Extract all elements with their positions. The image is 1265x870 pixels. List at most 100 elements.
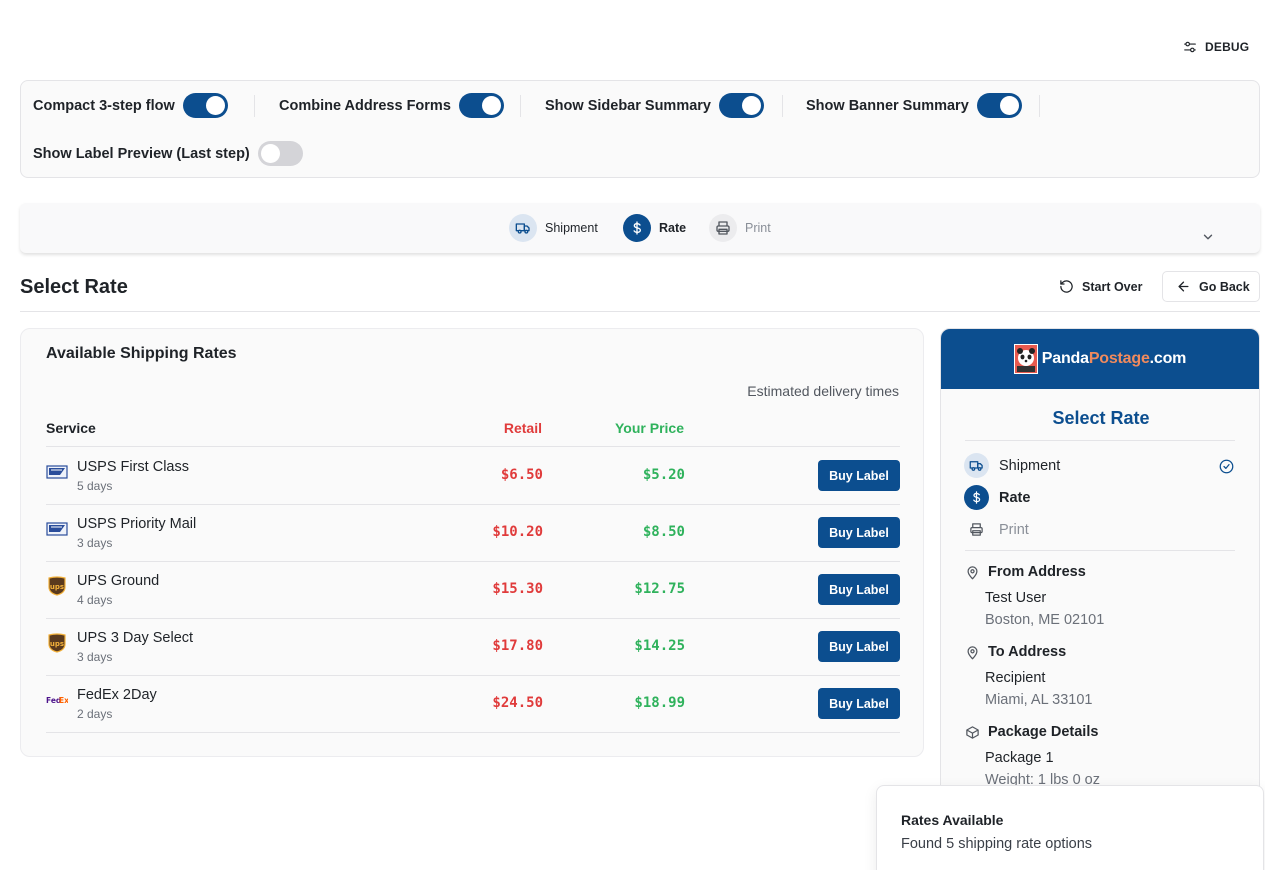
go-back-button[interactable]: Go Back xyxy=(1162,271,1260,302)
buy-label-button[interactable]: Buy Label xyxy=(818,688,900,719)
retail-price: $6.50 xyxy=(500,467,543,483)
retail-price: $24.50 xyxy=(492,695,543,711)
progress-stepper: Shipment Rate Print xyxy=(20,203,1260,253)
buy-label-button[interactable]: Buy Label xyxy=(818,631,900,662)
toggle-banner-summary[interactable]: Show Banner Summary xyxy=(806,93,1022,118)
usps-logo-icon xyxy=(46,465,68,479)
printer-icon xyxy=(716,221,730,235)
rate-row: ups UPS 3 Day Select 3 days $17.80 $14.2… xyxy=(46,618,900,675)
toggle-switch[interactable] xyxy=(458,93,504,118)
retail-price: $17.80 xyxy=(492,638,543,654)
rate-row: ups UPS Ground 4 days $15.30 $12.75 Buy … xyxy=(46,561,900,618)
to-city: Miami, AL 33101 xyxy=(985,692,1093,708)
page-title: Select Rate xyxy=(20,276,128,298)
start-over-button[interactable]: Start Over xyxy=(1059,279,1142,294)
column-header-service: Service xyxy=(46,420,96,436)
divider xyxy=(20,311,1260,312)
sidebar-step-shipment: Shipment xyxy=(964,453,1060,478)
rate-row: Fed Ex FedEx 2Day 2 days $24.50 $18.99 Bu… xyxy=(46,675,900,732)
rates-card: Available Shipping Rates Estimated deliv… xyxy=(20,328,924,757)
to-address-heading: To Address xyxy=(965,644,1066,660)
sidebar-title: Select Rate xyxy=(1052,408,1150,428)
service-name: USPS First Class xyxy=(77,459,189,475)
svg-text:Ex: Ex xyxy=(59,696,68,705)
debug-label: DEBUG xyxy=(1205,40,1250,54)
svg-text:ups: ups xyxy=(50,640,64,648)
step-print[interactable]: Print xyxy=(709,214,771,242)
retail-price: $10.20 xyxy=(492,524,543,540)
your-price: $5.20 xyxy=(642,467,685,483)
step-shipment[interactable]: Shipment xyxy=(509,214,598,242)
ups-logo-icon: ups xyxy=(48,576,66,596)
toggle-compact-flow[interactable]: Compact 3-step flow xyxy=(33,93,228,118)
dollar-icon xyxy=(633,221,642,235)
retail-price: $15.30 xyxy=(492,581,543,597)
buy-label-button[interactable]: Buy Label xyxy=(818,517,900,548)
service-name: UPS 3 Day Select xyxy=(77,630,194,646)
toggle-label: Compact 3-step flow xyxy=(33,97,175,114)
fedex-logo-icon: FedEx xyxy=(46,696,68,705)
your-price: $12.75 xyxy=(634,581,685,597)
column-header-retail: Retail xyxy=(503,420,542,436)
package-icon xyxy=(966,725,979,739)
toggle-combine-address[interactable]: Combine Address Forms xyxy=(279,93,504,118)
dollar-icon xyxy=(973,491,981,504)
sliders-icon xyxy=(1184,41,1196,53)
truck-icon xyxy=(515,223,530,234)
step-label: Rate xyxy=(999,489,1031,506)
toggle-label: Combine Address Forms xyxy=(279,97,451,114)
package-name: Package 1 xyxy=(985,750,1054,766)
step-label: Rate xyxy=(659,221,687,235)
usps-logo-icon xyxy=(46,522,68,536)
service-days: 3 days xyxy=(77,650,113,664)
rates-title: Available Shipping Rates xyxy=(46,345,237,362)
column-header-your-price: Your Price xyxy=(615,420,684,436)
buy-label-button[interactable]: Buy Label xyxy=(818,574,900,605)
buy-label-button[interactable]: Buy Label xyxy=(818,460,900,491)
service-name: UPS Ground xyxy=(77,573,160,589)
toggle-switch[interactable] xyxy=(976,93,1022,118)
toggle-switch[interactable] xyxy=(257,141,303,166)
from-name: Test User xyxy=(985,590,1047,606)
chevron-down-icon[interactable] xyxy=(1201,230,1215,244)
toggle-label: Show Label Preview (Last step) xyxy=(33,145,250,162)
toast-notification: Rates Available Found 5 shipping rate op… xyxy=(876,785,1264,870)
service-days: 3 days xyxy=(77,536,113,550)
from-address-heading: From Address xyxy=(965,564,1086,580)
your-price: $18.99 xyxy=(634,695,685,711)
from-city: Boston, ME 02101 xyxy=(985,612,1105,628)
map-pin-icon xyxy=(967,565,978,579)
arrow-left-icon xyxy=(1178,281,1189,292)
toast-title: Rates Available xyxy=(901,812,1004,828)
step-label: Shipment xyxy=(999,457,1061,474)
debug-button[interactable]: DEBUG xyxy=(1183,40,1249,54)
brand-header: PandaPostage.com xyxy=(941,329,1259,389)
rotate-ccw-icon xyxy=(1060,280,1073,293)
ups-logo-icon: ups xyxy=(48,633,66,653)
toggle-label-preview[interactable]: Show Label Preview (Last step) xyxy=(33,141,303,166)
service-days: 2 days xyxy=(77,707,113,721)
start-over-label: Start Over xyxy=(1082,279,1143,294)
step-label: Print xyxy=(745,221,771,235)
toggle-sidebar-summary[interactable]: Show Sidebar Summary xyxy=(545,93,764,118)
toggle-label: Show Banner Summary xyxy=(806,97,969,114)
feature-toggles-panel: Compact 3-step flow Combine Address Form… xyxy=(20,80,1260,178)
step-label: Print xyxy=(999,521,1029,538)
toast-message: Found 5 shipping rate options xyxy=(901,836,1093,852)
your-price: $8.50 xyxy=(642,524,685,540)
go-back-label: Go Back xyxy=(1199,279,1250,294)
service-name: USPS Priority Mail xyxy=(77,516,197,532)
toggle-switch[interactable] xyxy=(719,93,764,118)
estimated-delivery-note: Estimated delivery times xyxy=(747,383,899,399)
svg-text:ups: ups xyxy=(50,583,64,591)
your-price: $14.25 xyxy=(634,638,685,654)
rate-row: USPS Priority Mail 3 days $10.20 $8.50 B… xyxy=(46,504,900,561)
to-name: Recipient xyxy=(985,670,1046,686)
sidebar-step-rate: Rate xyxy=(964,485,1030,510)
step-rate[interactable]: Rate xyxy=(623,214,686,242)
service-name: FedEx 2Day xyxy=(77,687,157,703)
toggle-switch[interactable] xyxy=(182,93,228,118)
service-days: 4 days xyxy=(77,593,113,607)
brand-logo-text: PandaPostage.com xyxy=(1041,350,1187,367)
check-circle-icon xyxy=(1219,459,1234,474)
